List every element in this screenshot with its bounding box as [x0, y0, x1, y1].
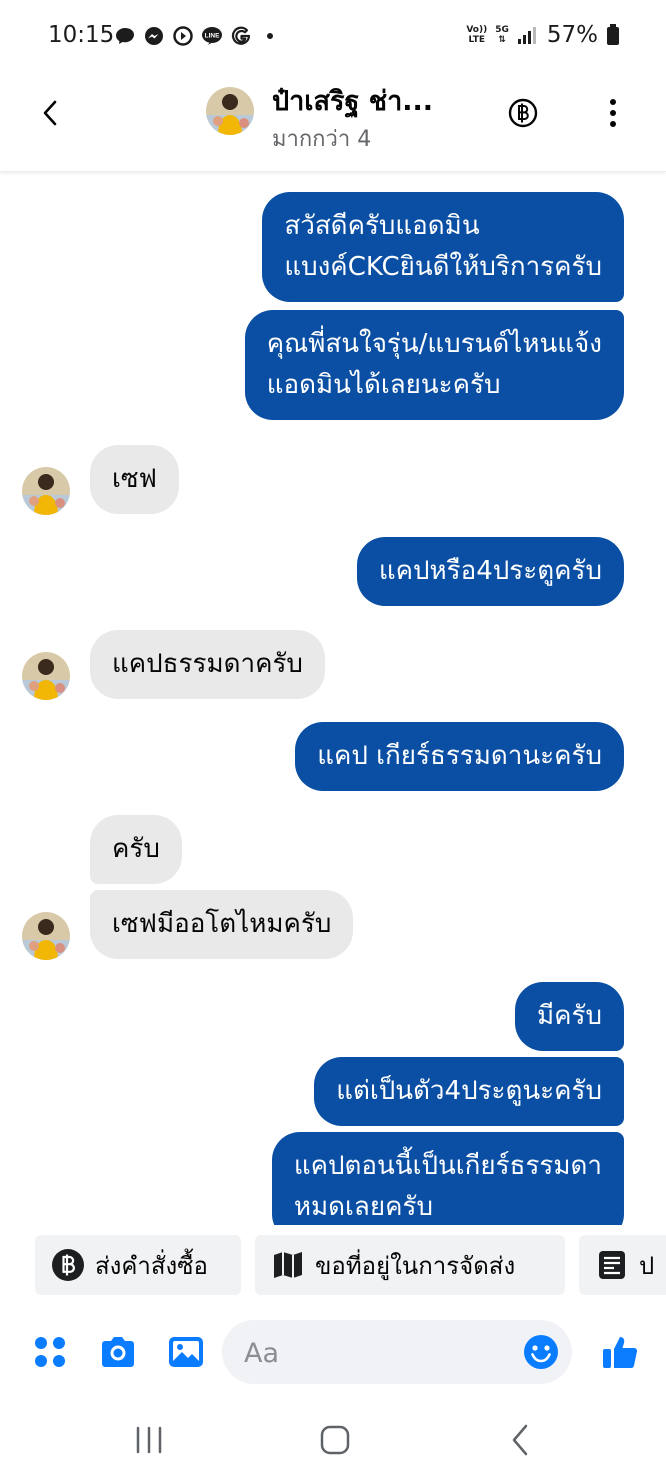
signal-type-label: 5G ⇅	[495, 25, 509, 45]
message-text: คุณพี่สนใจรุ่น/แบรนด์ไหนแจ้ง	[266, 329, 602, 359]
receipt-icon	[599, 1251, 625, 1279]
status-right-group: Vo)) LTE 5G ⇅ 57%	[466, 22, 620, 48]
signal-bars-icon	[517, 27, 536, 44]
chat-icon	[116, 28, 134, 44]
quick-reply-send-order[interactable]: ส่งคำสั่งซื้อ	[35, 1235, 241, 1295]
quick-reply-bar[interactable]: ส่งคำสั่งซื้อ ขอที่อยู่ในการจัดส่ง ป	[0, 1234, 666, 1298]
message-text: ครับ	[112, 834, 160, 864]
avatar-image	[206, 87, 254, 135]
dot-icon	[267, 33, 273, 39]
chat-header: ป๋าเสริฐ ช่า... มากกว่า 4	[0, 76, 666, 172]
battery-icon	[607, 24, 619, 45]
message-text: แคป เกียร์ธรรมดานะครับ	[317, 741, 602, 771]
svg-text:LINE: LINE	[205, 33, 220, 40]
message-bubble-outgoing[interactable]: แต่เป็นตัว4ประตูนะครับ	[314, 1057, 624, 1126]
camera-icon[interactable]	[98, 1332, 138, 1372]
contact-subtitle: มากกว่า 4	[272, 127, 372, 152]
contact-avatar[interactable]	[206, 87, 254, 135]
avatar-image	[22, 467, 70, 515]
signal-type-text: 5G	[495, 25, 509, 35]
line-icon: LINE	[202, 27, 222, 45]
quick-reply-label: ป	[639, 1251, 655, 1280]
system-nav-bar	[0, 1398, 666, 1480]
message-bubble-outgoing[interactable]: แคปตอนนี้เป็นเกียร์ธรรมดา หมดเลยครับ	[271, 1132, 624, 1225]
battery-percent: 57%	[546, 22, 598, 48]
emoji-icon[interactable]	[522, 1333, 560, 1371]
message-bubble-incoming[interactable]: เซฟ	[90, 445, 179, 514]
messenger-icon	[145, 27, 163, 45]
sender-avatar[interactable]	[22, 467, 70, 515]
apps-icon[interactable]	[30, 1332, 70, 1372]
data-arrows-icon: ⇅	[498, 35, 506, 45]
message-bubble-incoming[interactable]: แคปธรรมดาครับ	[90, 630, 325, 699]
baht-icon[interactable]	[508, 98, 538, 128]
message-text: สวัสดีครับแอดมิน	[284, 211, 480, 241]
sender-avatar[interactable]	[22, 912, 70, 960]
back-arrow-icon[interactable]	[36, 98, 66, 128]
message-text: แคปธรรมดาครับ	[112, 649, 303, 679]
message-bubble-outgoing[interactable]: มีครับ	[515, 982, 624, 1051]
message-list[interactable]: สวัสดีครับแอดมิน แบงค์CKCยินดีให้บริการค…	[0, 172, 666, 1225]
message-bubble-outgoing[interactable]: แคป เกียร์ธรรมดานะครับ	[295, 722, 624, 791]
message-text: เซฟมีออโตไหมครับ	[112, 909, 332, 939]
network-label: Vo)) LTE	[466, 25, 487, 45]
message-text: หมดเลยครับ	[293, 1192, 433, 1222]
avatar-image	[22, 652, 70, 700]
message-bubble-outgoing[interactable]: แคปหรือ4ประตูครับ	[356, 537, 624, 606]
back-nav-icon[interactable]	[501, 1420, 541, 1460]
message-bubble-incoming[interactable]: ครับ	[90, 815, 182, 884]
message-text: เซฟ	[112, 464, 157, 494]
message-bubble-incoming[interactable]: เซฟมีออโตไหมครับ	[90, 890, 354, 959]
message-text: มีครับ	[537, 1001, 602, 1031]
message-text: แบงค์CKCยินดีให้บริการครับ	[284, 252, 602, 282]
quick-reply-partial[interactable]: ป	[579, 1235, 666, 1295]
like-icon[interactable]	[600, 1332, 640, 1372]
contact-name[interactable]: ป๋าเสริฐ ช่า...	[272, 79, 433, 122]
avatar-image	[22, 912, 70, 960]
gallery-icon[interactable]	[166, 1332, 206, 1372]
message-text: แคปหรือ4ประตูครับ	[378, 556, 602, 586]
baht-icon	[52, 1249, 84, 1281]
volte-label: Vo))	[466, 25, 488, 35]
quick-reply-label: ส่งคำสั่งซื้อ	[95, 1251, 208, 1280]
status-time: 10:15	[48, 22, 115, 48]
message-text: แอดมินได้เลยนะครับ	[266, 370, 501, 400]
more-options-icon[interactable]	[604, 96, 622, 130]
status-bar: 10:15 LINE Vo)) LTE 5G ⇅ 57%	[0, 0, 666, 76]
message-input[interactable]	[242, 1320, 516, 1386]
message-bubble-outgoing[interactable]: สวัสดีครับแอดมิน แบงค์CKCยินดีให้บริการค…	[262, 192, 624, 302]
message-text: แต่เป็นตัว4ประตูนะครับ	[336, 1076, 602, 1106]
quick-reply-label: ขอที่อยู่ในการจัดส่ง	[315, 1251, 516, 1280]
recent-apps-icon[interactable]	[129, 1420, 169, 1460]
message-text: แคปตอนนี้เป็นเกียร์ธรรมดา	[293, 1151, 602, 1181]
message-input-container[interactable]	[222, 1320, 572, 1386]
quick-reply-request-address[interactable]: ขอที่อยู่ในการจัดส่ง	[255, 1235, 565, 1295]
message-composer	[0, 1318, 666, 1388]
map-icon	[274, 1252, 302, 1278]
status-notification-icons: LINE	[114, 25, 281, 47]
message-bubble-outgoing[interactable]: คุณพี่สนใจรุ่น/แบรนด์ไหนแจ้ง แอดมินได้เล…	[244, 310, 624, 420]
play-icon	[173, 26, 193, 46]
sender-avatar[interactable]	[22, 652, 70, 700]
google-icon	[231, 26, 251, 45]
home-icon[interactable]	[315, 1420, 355, 1460]
lte-label: LTE	[468, 35, 486, 45]
